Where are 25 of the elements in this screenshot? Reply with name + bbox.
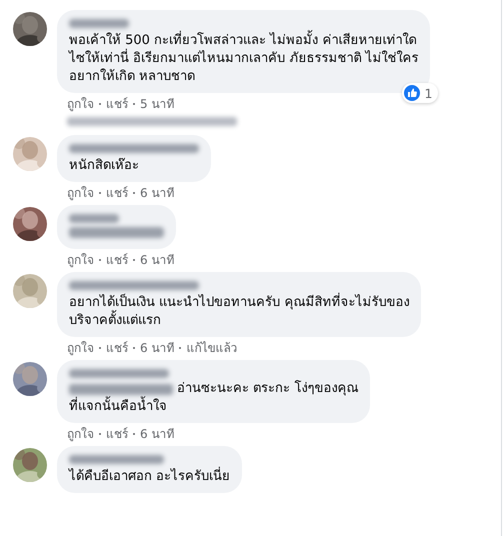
comment-text: ได้คืบอีเอาศอก อะไรครับเนี่ย [69,468,230,486]
share-link[interactable]: แชร์ [106,424,128,443]
share-link[interactable]: แชร์ [106,338,128,357]
share-link[interactable]: แชร์ [106,94,128,113]
like-link[interactable]: ถูกใจ [67,94,94,113]
edited-label: แก้ไขแล้ว [186,340,238,357]
comment-text: หนักสิดเห๊อะ [69,157,140,175]
like-link[interactable]: ถูกใจ [67,338,94,357]
timestamp[interactable]: 6 นาที [140,250,174,269]
like-link[interactable]: ถูกใจ [67,424,94,443]
like-link[interactable]: ถูกใจ [67,250,94,269]
like-icon [404,85,420,101]
comment-text: อยากได้เป็นเงิน แนะนำไปขอทานครับ คุณมีสิทที่จะไม่รับของ บริจาคตั้งแต่แรก [69,294,410,330]
blurred-name [69,19,129,28]
like-link[interactable]: ถูกใจ [67,183,94,202]
timestamp[interactable]: 6 นาที [140,338,174,357]
comment-text: พอเค้าให้ 500 กะเที่ยวโพสล่าวและ ไม่พอมั้ง ค่าเสียหายเท่าใด ไซให้เท่านี่ อิเรียกมาแต่ไหนมากเลาคับ ภัยธรรมชาติ ไม่ใช่ใคร อยากให้เกิด หลาบชาด [69,32,418,86]
comment-text: อ่านซะนะคะ ตระกะ โง่ๆของคุณ ที่แจกนั้นคือน้ำใจ [69,380,358,416]
share-link[interactable]: แชร์ [106,183,128,202]
share-link[interactable]: แชร์ [106,250,128,269]
blurred-name [69,214,119,223]
reaction-badge[interactable]: 1 [402,83,438,103]
timestamp[interactable]: 6 นาที [140,424,174,443]
timestamp[interactable]: 5 นาที [140,94,174,113]
timestamp[interactable]: 6 นาที [140,183,174,202]
